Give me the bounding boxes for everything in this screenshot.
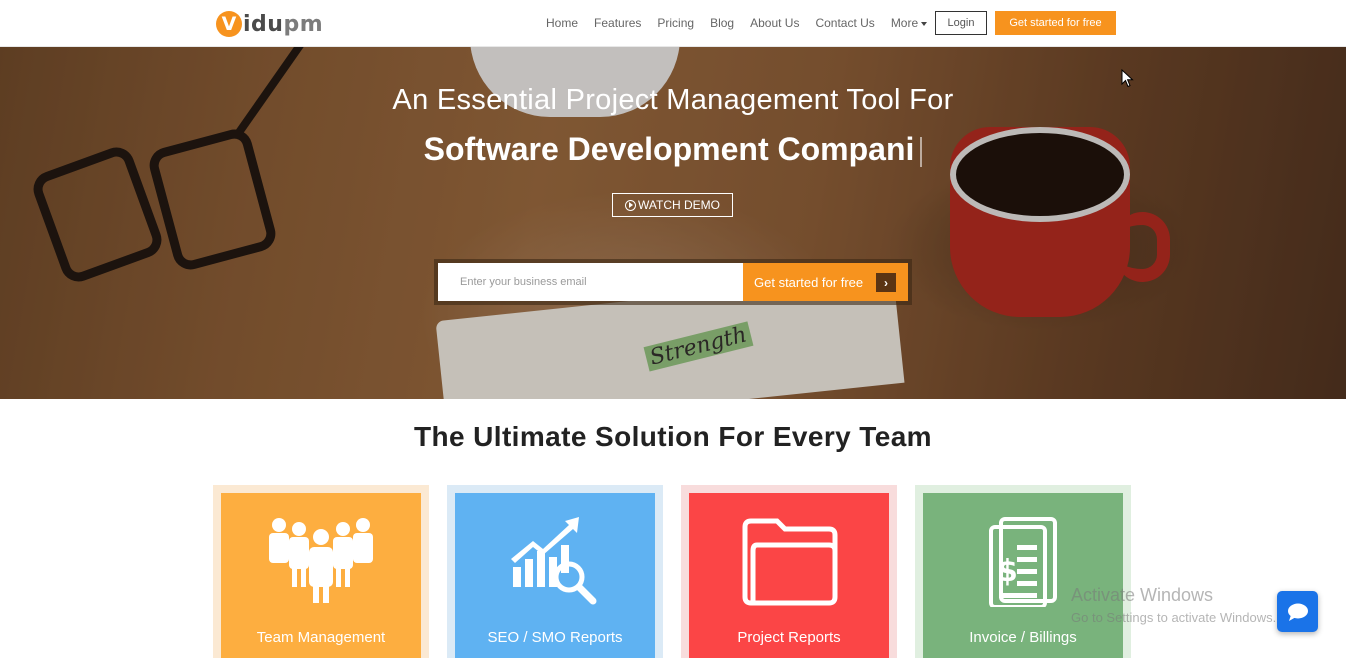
team-icon [269, 518, 373, 603]
get-started-top-button[interactable]: Get started for free [995, 11, 1116, 35]
nav-home[interactable]: Home [546, 16, 578, 30]
brand-logo[interactable]: V idupm [216, 9, 323, 39]
logo-text-light: pm [283, 11, 324, 37]
activate-windows-title: Activate Windows [1071, 585, 1214, 605]
chat-widget-button[interactable] [1277, 591, 1318, 632]
invoice-icon: $ [989, 517, 1057, 607]
card-label: Project Reports [737, 629, 841, 646]
hero-banner: Strength An Essential Project Management… [0, 47, 1346, 399]
typing-cursor [920, 136, 923, 167]
feature-card-frame: $ Invoice / Billings [915, 485, 1131, 658]
feature-card-seo-smo-reports[interactable]: SEO / SMO Reports [455, 493, 655, 658]
card-label: SEO / SMO Reports [487, 629, 623, 646]
logo-text-dark: idu [243, 11, 284, 37]
hero-title: An Essential Project Management Tool For [392, 84, 954, 116]
card-label: Team Management [256, 629, 386, 646]
feature-card-frame: SEO / SMO Reports [447, 485, 663, 658]
hero-subtitle: Software Development Compani [0, 131, 1346, 168]
mouse-pointer-icon [1121, 69, 1134, 88]
svg-text:$: $ [997, 554, 1018, 589]
hero-subtitle-text: Software Development Compani [423, 131, 915, 167]
watch-demo-button[interactable]: WATCH DEMO [612, 193, 733, 217]
nav-more-label: More [890, 16, 919, 30]
chat-bubble-icon [1287, 603, 1308, 621]
feature-card-invoice-billings[interactable]: $ Invoice / Billings [923, 493, 1123, 658]
watch-demo-label: WATCH DEMO [638, 198, 720, 212]
nav-contact-us[interactable]: Contact Us [815, 16, 874, 30]
chart-search-icon [511, 517, 597, 605]
logo-mark: V [216, 11, 242, 37]
nav-about-us[interactable]: About Us [750, 16, 799, 30]
nav-blog[interactable]: Blog [710, 16, 734, 30]
section-title: The Ultimate Solution For Every Team [414, 421, 932, 452]
nav-more-dropdown[interactable]: More [890, 16, 928, 30]
get-started-hero-button[interactable]: Get started for free › [743, 263, 908, 301]
login-button[interactable]: Login [935, 11, 987, 35]
feature-card-team-management[interactable]: Team Management [221, 493, 421, 658]
top-navbar: V idupm Home Features Pricing Blog About… [0, 0, 1346, 47]
nav-links: Home Features Pricing Blog About Us Cont… [546, 16, 943, 30]
nav-pricing[interactable]: Pricing [657, 16, 694, 30]
folder-icon [742, 518, 838, 606]
feature-card-project-reports[interactable]: Project Reports [689, 493, 889, 658]
activate-windows-subtitle: Go to Settings to activate Windows. [1071, 610, 1277, 625]
nav-features[interactable]: Features [594, 16, 641, 30]
email-signup-form: Get started for free › [434, 259, 912, 305]
play-icon [625, 199, 636, 211]
chevron-right-icon: › [876, 273, 896, 292]
card-label: Invoice / Billings [969, 629, 1077, 646]
business-email-input[interactable] [438, 263, 743, 301]
caret-down-icon [921, 21, 928, 26]
logo-text: idupm [243, 12, 323, 37]
get-started-hero-label: Get started for free [754, 274, 864, 290]
feature-card-frame: Team Management [213, 485, 429, 658]
feature-card-frame: Project Reports [681, 485, 897, 658]
